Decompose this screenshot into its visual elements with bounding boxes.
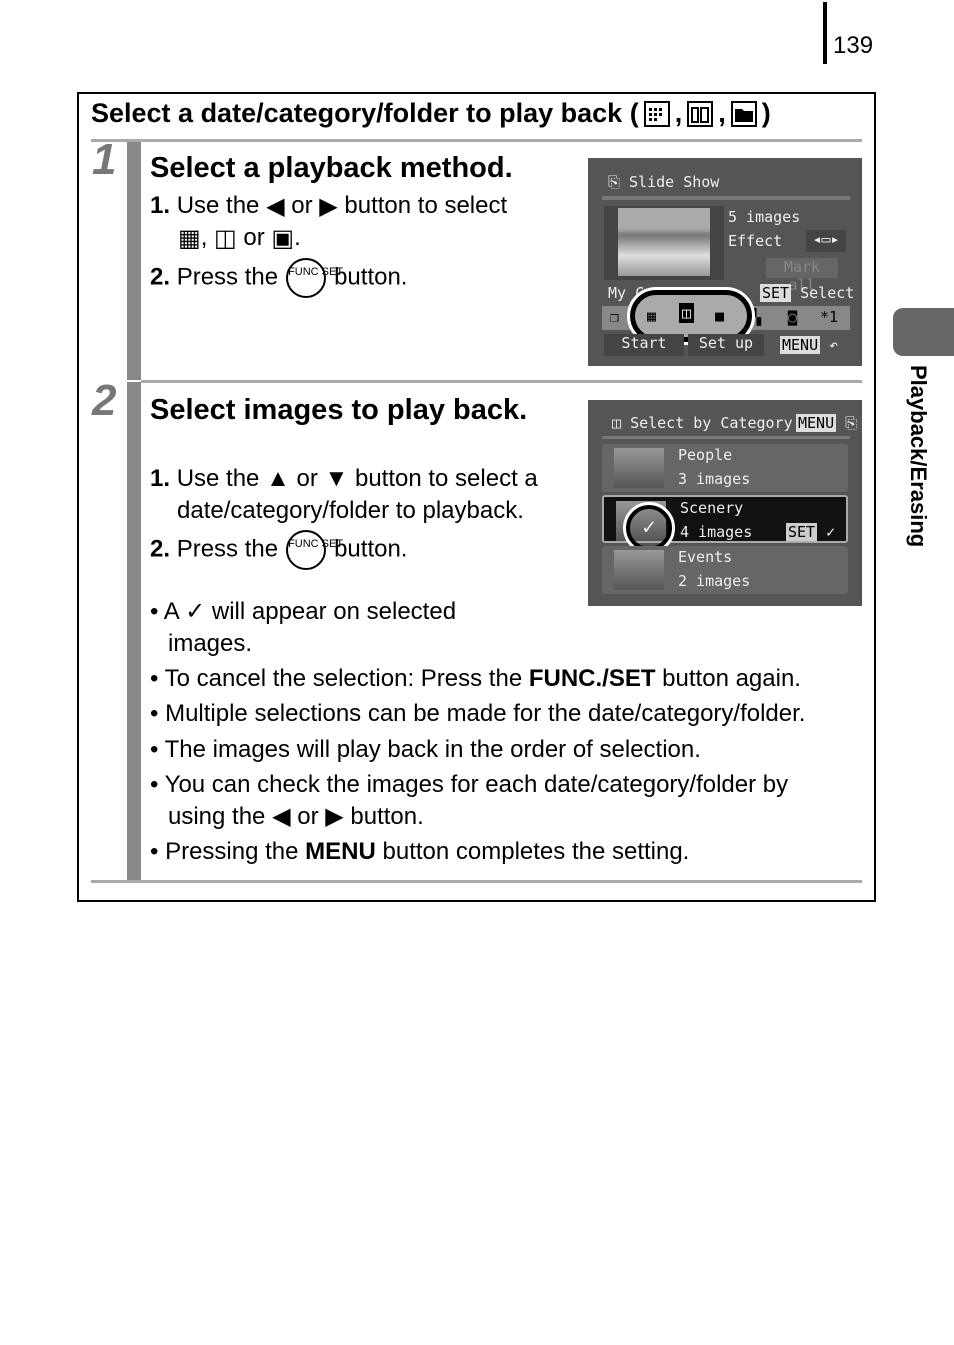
step2-item1-cont: date/category/folder to playback.	[177, 497, 524, 524]
bullet: • A ✓ will appear on selected	[150, 598, 457, 625]
bullet: • To cancel the selection: Press the FUN…	[150, 665, 801, 692]
checkmark-icon: ✓	[185, 598, 206, 625]
folder-icon: ■	[715, 307, 725, 325]
date-grid-icon: ▦	[647, 307, 657, 325]
divider	[91, 880, 862, 883]
step2-item1: 1. Use the ▲ or ▼ button to select a	[150, 465, 538, 492]
page-number-bar	[823, 2, 827, 64]
down-arrow-icon: ▼	[324, 465, 349, 492]
set-badge: SET	[786, 523, 818, 541]
checkmark-icon: ✓	[826, 523, 836, 541]
bullet: • Pressing the MENU button completes the…	[150, 838, 690, 865]
effect-label: Effect	[728, 232, 783, 250]
preview-image	[618, 208, 710, 276]
slideshow-title: ⎘ Slide Show	[608, 173, 720, 191]
title-text: Select a date/category/folder to play ba…	[91, 98, 639, 128]
section-tab	[893, 308, 954, 356]
left-arrow-icon: ◀	[266, 192, 285, 220]
divider	[91, 139, 862, 142]
category-icon: ◫	[679, 303, 695, 323]
bullet: • The images will play back in the order…	[150, 736, 701, 763]
set-badge: SET	[760, 284, 792, 302]
movie-icon: ▚	[752, 308, 762, 326]
right-arrow-icon: ▶	[319, 192, 338, 220]
menu-badge: MENU	[780, 336, 821, 354]
thumbnail	[614, 550, 664, 590]
category-icon	[687, 100, 714, 127]
bullet: • Multiple selections can be made for th…	[150, 700, 806, 727]
category-row-scenery[interactable]: Scenery 4 images SET ✓ ✓	[602, 495, 848, 554]
func-set-button-icon: FUNC SET	[286, 258, 343, 298]
step-heading: Select images to play back.	[150, 394, 528, 426]
folder-icon	[730, 100, 757, 127]
up-arrow-icon: ▲	[266, 465, 290, 492]
all-images-icon: ❐	[610, 308, 620, 326]
step1-item2: 2. Press the FUNC SETbutton.	[150, 258, 407, 298]
right-arrow-icon: ▶	[325, 803, 344, 830]
step-number: 1	[92, 135, 117, 184]
mark-all-button[interactable]: Mark all	[766, 258, 838, 294]
step-heading: Select a playback method.	[150, 152, 513, 184]
category-row-people[interactable]: People 3 images	[602, 444, 848, 492]
start-button[interactable]: Start	[604, 334, 684, 356]
bullet-cont: using the ◀ or ▶ button.	[168, 803, 424, 830]
thumbnail	[614, 448, 664, 488]
camera-screen-slideshow: ⎘ Slide Show 5 images Effect ◂▭▸ Mark al…	[588, 158, 862, 366]
step-bar	[127, 382, 141, 880]
page-number: 139	[833, 32, 874, 59]
category-row-events[interactable]: Events 2 images	[602, 546, 848, 594]
step2-item2: 2. Press the FUNC SETbutton.	[150, 530, 407, 570]
step-number: 2	[92, 376, 117, 425]
section-tab-label: Playback/Erasing	[906, 365, 931, 548]
left-arrow-icon: ◀	[272, 803, 291, 830]
favorite-icon: *1	[820, 308, 839, 326]
screen-title: ◫ Select by Category	[612, 414, 793, 432]
date-grid-icon	[643, 100, 670, 127]
camera-screen-category: ◫ Select by Category MENU ⎘ People 3 imag…	[588, 400, 862, 606]
section-title: Select a date/category/folder to play ba…	[91, 98, 771, 128]
setup-button[interactable]: Set up	[688, 334, 764, 356]
folder-icon: ▣	[271, 224, 295, 252]
date-grid-icon: ▦	[178, 224, 201, 252]
camera-icon: ◙	[788, 308, 798, 326]
bullet: • You can check the images for each date…	[150, 771, 789, 798]
divider	[141, 380, 862, 383]
select-label: Select	[800, 284, 855, 302]
step-bar	[127, 142, 141, 380]
step1-item1: 1. Use the ◀ or ▶ button to select	[150, 190, 507, 223]
bullet-cont: images.	[168, 630, 253, 657]
menu-badge: MENU	[796, 414, 837, 432]
image-count: 5 images	[728, 208, 801, 226]
highlight-ring: ✓	[623, 502, 675, 554]
effect-selector[interactable]: ◂▭▸	[806, 230, 846, 252]
category-icon: ◫	[214, 224, 237, 252]
step1-item1-icons: ▦, ◫ or ▣.	[178, 222, 301, 255]
func-set-button-icon: FUNC SET	[286, 530, 343, 570]
